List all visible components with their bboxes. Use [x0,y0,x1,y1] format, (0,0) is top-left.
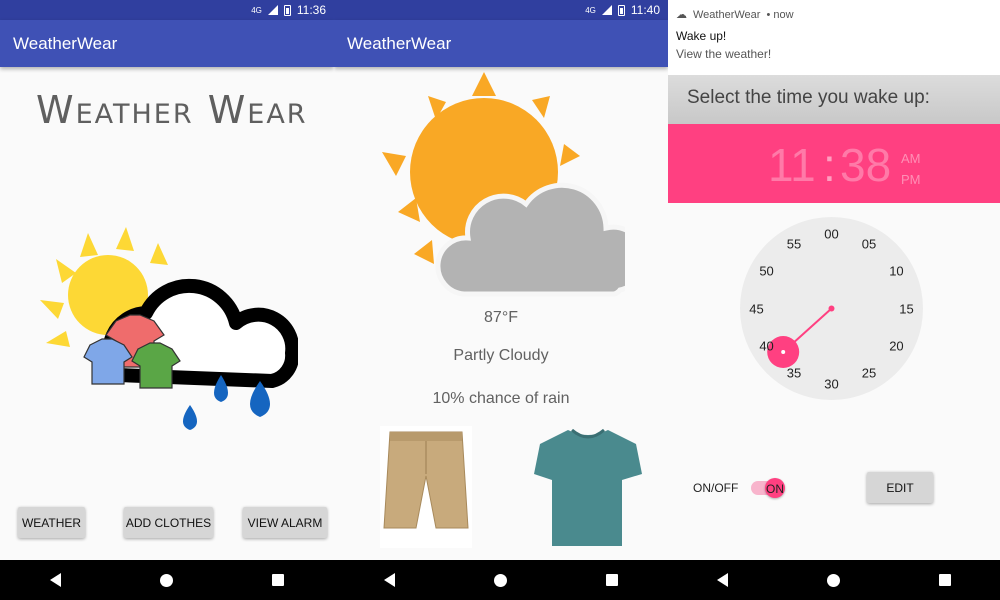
toggle-label: ON/OFF [693,481,739,495]
time-hour[interactable]: 11 [768,138,816,192]
clock-number[interactable]: 30 [824,376,838,391]
notification-header: ☁ WeatherWear • now [676,8,992,22]
battery-icon [283,4,291,16]
time-separator: : [823,139,836,191]
edit-button[interactable]: EDIT [867,472,933,503]
partly-cloudy-icon [382,72,625,297]
weather-condition: Partly Cloudy [453,347,549,364]
brand-title: Weather Wear [36,88,308,132]
back-icon[interactable] [49,573,61,587]
notification-body: View the weather! [676,47,772,61]
clock-selector-dot [781,349,786,354]
weather-illustration-icon [40,227,298,430]
clock-number[interactable]: 55 [787,236,801,251]
back-icon[interactable] [717,573,729,587]
network-indicator: 4G [251,5,262,15]
rain-chance: 10% chance of rain [432,390,570,407]
tshirt-icon[interactable] [534,424,642,550]
app-bar: WeatherWear [0,20,334,67]
weather-screen: 4G 11:40 WeatherWear 87°F Partly Cloudy … [334,0,668,560]
status-time: 11:40 [630,3,660,17]
app-small-icon: ☁ [676,9,687,21]
picker-header: Select the time you wake up: [668,75,1000,124]
view-alarm-button[interactable]: VIEW ALARM [243,507,327,538]
clock-center [828,305,835,312]
recents-icon[interactable] [938,574,951,586]
main-screen: 4G 11:36 WeatherWear Weather Wear WEATHE… [0,0,334,560]
clock-number[interactable]: 45 [749,301,763,316]
home-icon[interactable] [826,573,840,587]
recents-icon[interactable] [272,574,285,586]
clock-number[interactable]: 05 [862,236,876,251]
alarm-screen: ☁ WeatherWear • now Wake up! View the we… [668,0,1000,560]
notification-app-name: WeatherWear [693,8,761,21]
clock-hand[interactable] [740,217,923,400]
am-label[interactable]: AM [901,151,921,166]
time-display: 11 : 38 AM PM [668,124,1000,203]
toggle-state: ON [766,482,784,496]
temperature: 87°F [484,309,518,326]
app-bar: WeatherWear [334,20,668,67]
recents-icon[interactable] [606,574,619,586]
nav-bar [0,560,334,600]
add-clothes-button[interactable]: ADD CLOTHES [124,507,213,538]
signal-icon [601,5,612,15]
home-icon[interactable] [493,573,507,587]
clock-number[interactable]: 35 [787,366,801,381]
clock-number[interactable]: 20 [889,339,903,354]
network-indicator: 4G [585,5,596,15]
clock-number[interactable]: 50 [759,264,773,279]
clock-face[interactable]: 00 05 10 15 20 25 30 35 40 45 50 55 [740,217,923,400]
status-bar: 4G 11:36 [0,0,334,20]
shorts-icon[interactable] [380,426,472,548]
clock-number[interactable]: 40 [759,339,773,354]
clock-number[interactable]: 15 [899,301,913,316]
home-icon[interactable] [159,573,173,587]
weather-button[interactable]: WEATHER [18,507,85,538]
back-icon[interactable] [383,573,395,587]
signal-icon [267,5,278,15]
notification-title: Wake up! [676,29,727,43]
pm-label[interactable]: PM [901,172,921,187]
battery-icon [617,4,625,16]
app-title: WeatherWear [13,33,118,53]
clock-number[interactable]: 25 [862,366,876,381]
clock-number[interactable]: 10 [889,264,903,279]
notification-time: • now [766,8,794,21]
status-time: 11:36 [296,3,326,17]
alarm-toggle[interactable]: ON [751,478,785,498]
time-minute[interactable]: 38 [840,138,891,192]
nav-bar [668,560,1000,600]
notification-card[interactable]: ☁ WeatherWear • now Wake up! View the we… [668,0,1000,75]
nav-bar [334,560,668,600]
clock-number[interactable]: 00 [824,226,838,241]
status-bar: 4G 11:40 [334,0,668,20]
app-title: WeatherWear [347,33,452,53]
